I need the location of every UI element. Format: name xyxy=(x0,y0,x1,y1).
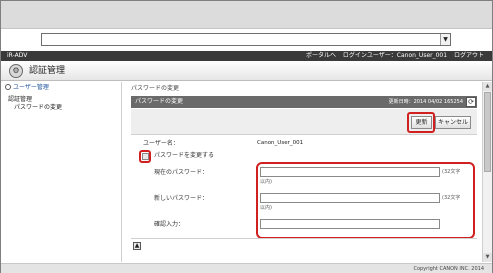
cancel-button[interactable]: キャンセル xyxy=(435,116,471,129)
sidebar-item-user-management[interactable]: ユーザー管理 xyxy=(5,84,49,92)
scrollbar-thumb[interactable] xyxy=(484,92,491,172)
chevron-down-icon[interactable]: ▼ xyxy=(440,34,450,45)
username-label: ユーザー名： xyxy=(143,140,179,147)
authentication-icon: ⚙ xyxy=(9,64,23,78)
sidebar-item-change-password[interactable]: パスワードの変更 xyxy=(14,104,62,112)
page-title-bar: ⚙ 認証管理 xyxy=(1,61,492,81)
panel-header: パスワードの変更 更新日時：2014 04/02 165254 ⟳ xyxy=(131,96,477,108)
scroll-up-icon[interactable]: ▲ xyxy=(483,82,492,91)
sidebar-section-heading: 認証管理 xyxy=(8,96,33,103)
password-form: ユーザー名： Canon_User_001 パスワードを変更する 現在のパスワー… xyxy=(131,137,477,239)
sidebar-item-label: ユーザー管理 xyxy=(13,84,49,91)
address-bar[interactable]: ▼ xyxy=(41,33,451,46)
browser-window: ▼ iR-ADV ポータルへ ログインユーザー：Canon_User_001 ロ… xyxy=(0,0,493,273)
main-content: パスワードの変更 パスワードの変更 更新日時：2014 04/02 165254… xyxy=(123,82,481,262)
update-button[interactable]: 更新 xyxy=(411,116,432,129)
panel-title: パスワードの変更 xyxy=(135,98,184,105)
login-user-label: ログインユーザー：Canon_User_001 xyxy=(342,52,448,59)
page-title: 認証管理 xyxy=(29,66,66,76)
change-password-checkbox[interactable] xyxy=(142,153,149,160)
current-password-field[interactable] xyxy=(260,167,440,177)
portal-link[interactable]: ポータルへ xyxy=(306,52,336,59)
new-password-field[interactable] xyxy=(260,193,440,203)
current-password-max-note: (32文字 xyxy=(442,169,461,175)
copyright-text: Copyright CANON INC. 2014 xyxy=(413,266,484,272)
change-password-label: パスワードを変更する xyxy=(154,152,215,159)
nav-links: ポータルへ ログインユーザー：Canon_User_001 ログアウト xyxy=(301,52,484,60)
action-button-row: 更新 キャンセル xyxy=(131,109,477,135)
circle-bullet-icon xyxy=(5,84,11,90)
device-model-label: iR-ADV xyxy=(7,52,28,59)
footer: Copyright CANON INC. 2014 xyxy=(1,263,492,273)
vertical-scrollbar[interactable]: ▲ ▼ xyxy=(482,82,492,262)
back-to-top-icon[interactable]: ▲ xyxy=(133,242,141,250)
confirm-password-label: 確認入力： xyxy=(154,221,185,228)
new-password-max-note: (32文字 xyxy=(442,195,461,201)
browser-top-band xyxy=(1,1,492,29)
divider xyxy=(131,238,477,239)
username-value: Canon_User_001 xyxy=(257,140,304,146)
current-password-label: 現在のパスワード： xyxy=(154,169,209,176)
scroll-down-icon[interactable]: ▼ xyxy=(483,253,492,262)
new-password-within-note: 以内) xyxy=(260,205,272,211)
confirm-password-field[interactable] xyxy=(260,219,440,229)
logout-link[interactable]: ログアウト xyxy=(454,52,484,59)
sidebar: ユーザー管理 認証管理 パスワードの変更 xyxy=(1,82,122,262)
refresh-icon[interactable]: ⟳ xyxy=(466,97,476,107)
breadcrumb: パスワードの変更 xyxy=(131,85,180,92)
current-password-within-note: 以内) xyxy=(260,179,272,185)
top-navigation-bar: iR-ADV ポータルへ ログインユーザー：Canon_User_001 ログア… xyxy=(1,51,492,61)
last-updated-timestamp: 更新日時：2014 04/02 165254 xyxy=(388,99,463,105)
new-password-label: 新しいパスワード： xyxy=(154,195,209,202)
